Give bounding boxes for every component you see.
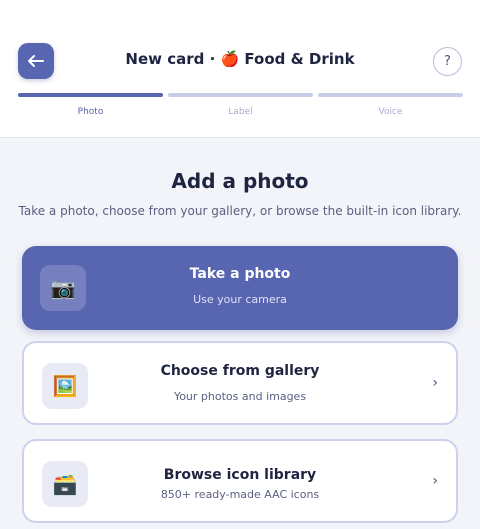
- chevron-right-icon: ›: [432, 375, 438, 391]
- step-label-tab[interactable]: Label: [168, 93, 313, 117]
- step-label: Voice: [378, 107, 403, 117]
- take-photo-option[interactable]: 📷 Take a photo Use your camera: [22, 246, 458, 330]
- step-bar: [18, 93, 163, 97]
- page-title: New card · 🍎 Food & Drink: [125, 50, 355, 68]
- step-bar: [318, 93, 463, 97]
- option-title: Choose from gallery: [160, 363, 320, 379]
- option-subtitle: Your photos and images: [173, 390, 307, 403]
- chevron-right-icon: ›: [432, 473, 438, 489]
- step-voice[interactable]: Voice: [318, 93, 463, 117]
- browse-icon-library-option[interactable]: 🗃️ Browse icon library 850+ ready-made A…: [22, 439, 458, 523]
- arrow-left-icon: [28, 55, 44, 67]
- step-photo[interactable]: Photo: [18, 93, 163, 117]
- top-header: New card · 🍎 Food & Drink ? Photo Label …: [0, 0, 480, 138]
- option-subtitle: 850+ ready-made AAC icons: [160, 488, 320, 501]
- choose-gallery-option[interactable]: 🖼️ Choose from gallery Your photos and i…: [22, 341, 458, 425]
- step-label: Photo: [77, 107, 104, 117]
- option-title: Browse icon library: [163, 467, 317, 483]
- step-bar: [168, 93, 313, 97]
- back-button[interactable]: [18, 43, 54, 79]
- option-title: Take a photo: [189, 266, 291, 282]
- step-progress: Photo Label Voice: [18, 93, 463, 123]
- section-heading: Add a photo: [171, 169, 309, 193]
- option-subtitle: Use your camera: [193, 293, 287, 306]
- step-label: Label: [228, 107, 253, 117]
- section-subheading: Take a photo, choose from your gallery, …: [18, 204, 462, 218]
- help-button[interactable]: ?: [433, 47, 462, 76]
